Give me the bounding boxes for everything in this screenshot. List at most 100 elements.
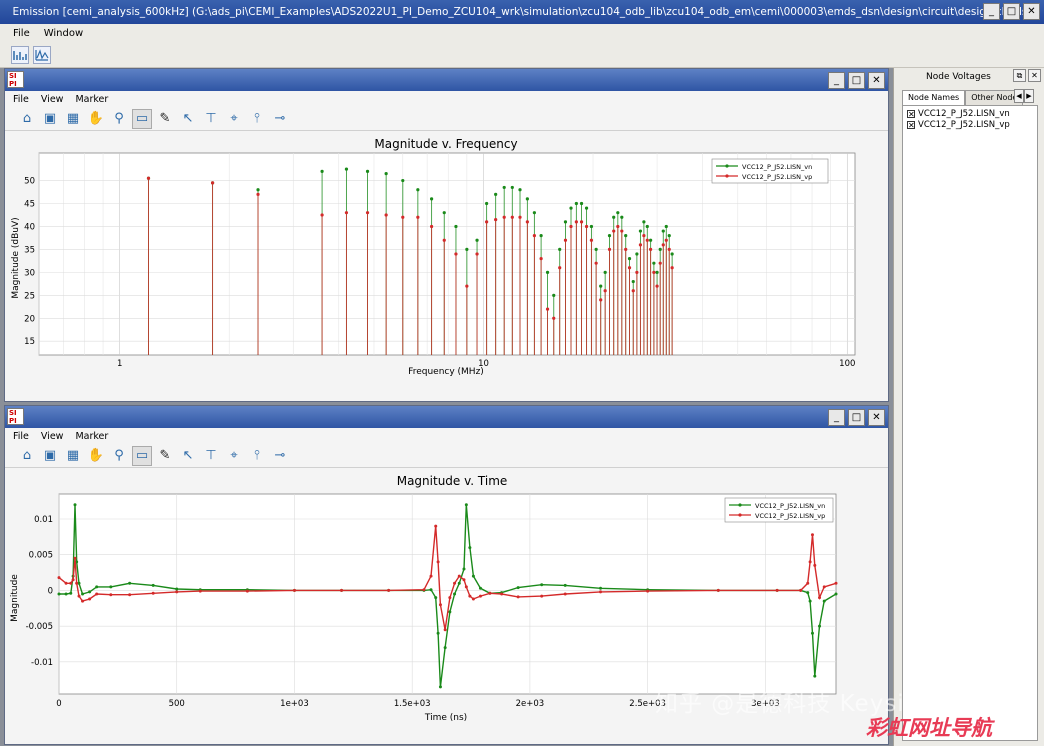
checked-box-icon[interactable]: ✕: [907, 120, 915, 129]
list-item[interactable]: ✕ VCC12_P_J52.LISN_vn: [907, 108, 1033, 119]
list-item[interactable]: ✕ VCC12_P_J52.LISN_vp: [907, 119, 1033, 130]
y-tick-label: 45: [24, 200, 35, 210]
data-point: [516, 586, 520, 590]
frequency-chart[interactable]: Magnitude v. Frequency Frequency (MHz) M…: [5, 131, 888, 401]
menu-marker[interactable]: Marker: [75, 431, 108, 442]
menu-file[interactable]: File: [13, 28, 30, 39]
float-panel-button[interactable]: ⧉: [1013, 69, 1026, 82]
close-panel-button[interactable]: ✕: [1028, 69, 1041, 82]
close-button[interactable]: ✕: [1023, 3, 1040, 20]
freq-plot-icon[interactable]: [11, 45, 29, 64]
data-point: [627, 256, 632, 261]
marker-icon[interactable]: ⊤: [201, 109, 221, 129]
menu-window[interactable]: Window: [44, 28, 83, 39]
x-axis-label: Time (ns): [424, 713, 467, 723]
data-point: [646, 589, 650, 593]
rectangle-select-icon[interactable]: ▭: [132, 445, 152, 466]
crosshair-icon[interactable]: ⌖: [224, 109, 244, 129]
close-button[interactable]: ✕: [868, 408, 885, 426]
pan-hand-icon[interactable]: ✋: [86, 446, 106, 466]
crosshair-icon[interactable]: ⌖: [224, 446, 244, 466]
menu-view[interactable]: View: [41, 94, 64, 105]
data-point: [603, 270, 607, 274]
pencil-icon[interactable]: ✎: [155, 109, 175, 129]
data-point: [664, 224, 668, 229]
checked-box-icon[interactable]: ✕: [907, 109, 915, 118]
data-point: [401, 178, 405, 183]
image-icon[interactable]: ▣: [40, 446, 60, 466]
menu-file[interactable]: File: [13, 431, 29, 442]
minimize-button[interactable]: _: [983, 3, 1000, 20]
y-tick-label: 20: [24, 314, 35, 324]
image-icon[interactable]: ▣: [40, 109, 60, 129]
data-point: [475, 252, 479, 256]
data-point: [88, 590, 92, 594]
minimize-button[interactable]: _: [828, 408, 845, 426]
marker-icon[interactable]: ⊤: [201, 446, 221, 466]
zoom-icon[interactable]: ⚲: [109, 109, 129, 129]
data-point: [631, 289, 635, 293]
y-tick-label: -0.01: [31, 658, 53, 668]
data-point: [834, 592, 838, 596]
x-tick-label: 0: [56, 699, 61, 709]
data-point: [603, 289, 607, 293]
data-point: [552, 316, 556, 320]
data-point: [810, 533, 814, 537]
data-point: [471, 597, 475, 601]
vertical-marker-icon[interactable]: ⫯: [247, 109, 267, 129]
data-point: [642, 234, 646, 238]
data-point: [401, 215, 405, 219]
subwindow-title-bar: SI PI _ □ ✕: [5, 406, 888, 428]
data-point: [88, 597, 92, 601]
home-icon[interactable]: ⌂: [17, 109, 37, 129]
data-point: [64, 592, 68, 596]
data-point: [340, 588, 344, 592]
tab-node-names[interactable]: Node Names: [902, 90, 966, 106]
vertical-marker-icon[interactable]: ⫯: [247, 446, 267, 466]
home-icon[interactable]: ⌂: [17, 446, 37, 466]
pointer-icon[interactable]: ↖: [178, 446, 198, 466]
data-point: [443, 628, 447, 632]
data-point: [627, 266, 632, 270]
tab-scroll-left-icon[interactable]: ◀: [1014, 89, 1024, 103]
menu-file[interactable]: File: [13, 94, 29, 105]
pointer-icon[interactable]: ↖: [178, 109, 198, 129]
node-name: VCC12_P_J52.LISN_vp: [918, 119, 1010, 130]
maximize-button[interactable]: □: [848, 408, 865, 426]
data-point: [475, 238, 479, 242]
brand-logo-text: 彩虹网址导航: [866, 716, 992, 740]
y-tick-label: 30: [24, 268, 35, 278]
data-point: [540, 583, 544, 587]
data-point: [510, 185, 514, 190]
plot-menu-bar: File View Marker: [5, 91, 888, 107]
rectangle-select-icon[interactable]: ▭: [132, 108, 152, 129]
data-point: [436, 631, 440, 635]
horizontal-marker-icon[interactable]: ⊸: [270, 446, 290, 466]
y-tick-label: 25: [24, 291, 35, 301]
zoom-icon[interactable]: ⚲: [109, 446, 129, 466]
data-point: [658, 247, 662, 252]
data-point: [667, 247, 671, 252]
menu-marker[interactable]: Marker: [75, 94, 108, 105]
maximize-button[interactable]: □: [1003, 3, 1020, 20]
data-point: [518, 188, 522, 192]
pan-hand-icon[interactable]: ✋: [86, 109, 106, 129]
data-point: [320, 169, 324, 173]
grid-icon[interactable]: ▦: [63, 109, 83, 129]
data-point: [465, 284, 469, 288]
minimize-button[interactable]: _: [828, 71, 845, 89]
data-point: [808, 560, 812, 564]
time-plot-icon[interactable]: [33, 45, 51, 64]
data-point: [616, 224, 620, 229]
data-point: [670, 252, 674, 256]
close-button[interactable]: ✕: [868, 71, 885, 89]
data-point: [462, 578, 466, 582]
grid-icon[interactable]: ▦: [63, 446, 83, 466]
tab-scroll-right-icon[interactable]: ▶: [1024, 89, 1034, 103]
horizontal-marker-icon[interactable]: ⊸: [270, 109, 290, 129]
pencil-icon[interactable]: ✎: [155, 446, 175, 466]
maximize-button[interactable]: □: [848, 71, 865, 89]
menu-view[interactable]: View: [41, 431, 64, 442]
data-point: [652, 270, 656, 274]
data-point: [57, 592, 61, 596]
